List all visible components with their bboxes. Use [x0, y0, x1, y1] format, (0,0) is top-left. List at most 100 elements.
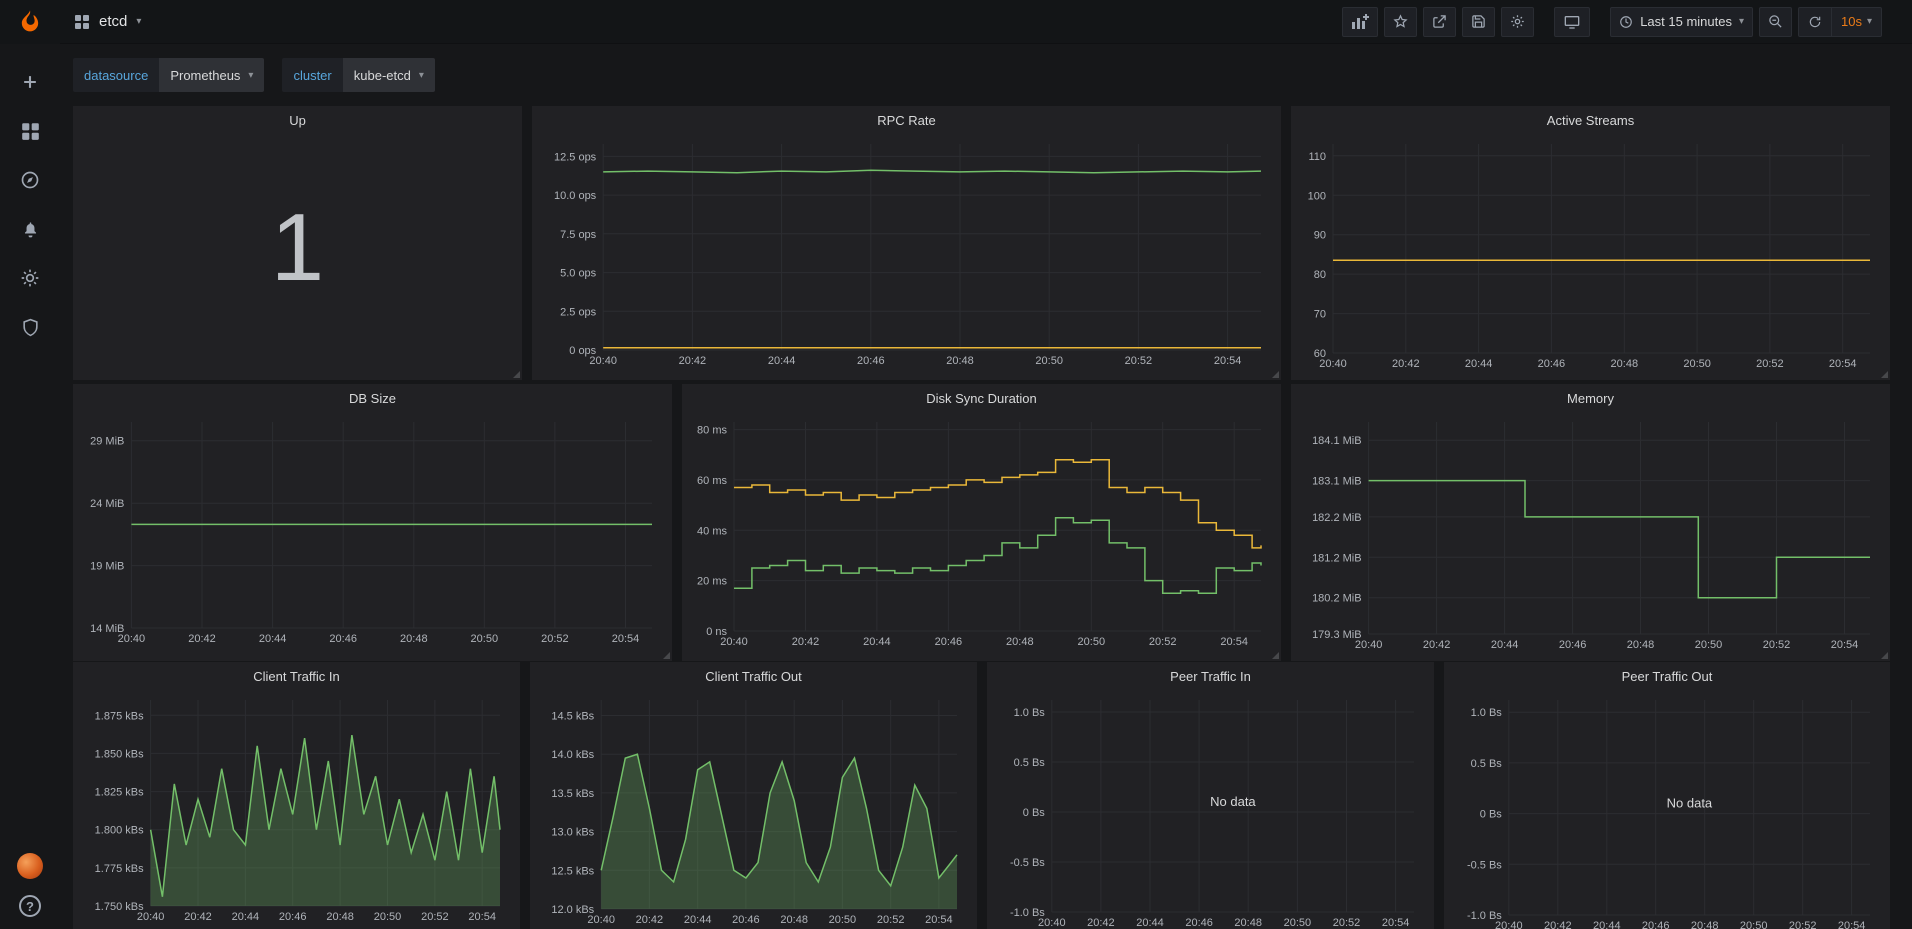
panel-title[interactable]: Memory	[1291, 384, 1890, 412]
share-button[interactable]	[1423, 7, 1456, 37]
svg-text:60: 60	[1314, 348, 1326, 360]
svg-text:7.5 ops: 7.5 ops	[560, 229, 597, 241]
navbar-right: Last 15 minutes ▾ 10s ▾	[1336, 7, 1882, 37]
refresh-button[interactable]	[1799, 8, 1831, 36]
svg-text:20:42: 20:42	[636, 914, 664, 926]
panel-up: Up 1	[73, 106, 522, 380]
db-size-chart[interactable]: 20:4020:4220:4420:4620:4820:5020:5220:54…	[81, 414, 664, 657]
panel-row-3: Client Traffic In 20:4020:4220:4420:4620…	[73, 662, 1890, 929]
panel-client-traffic-out: Client Traffic Out 20:4020:4220:4420:462…	[530, 662, 977, 929]
main-area: etcd ▾	[60, 0, 1912, 929]
peer-traffic-out-chart[interactable]: 20:4020:4220:4420:4620:4820:5020:5220:54…	[1452, 692, 1882, 929]
active-streams-chart[interactable]: 20:4020:4220:4420:4620:4820:5020:5220:54…	[1299, 136, 1882, 376]
panel-row-1: Up 1 RPC Rate 20:4020:4220:4420:4620:482…	[73, 106, 1890, 374]
panel-peer-traffic-out: Peer Traffic Out 20:4020:4220:4420:4620:…	[1444, 662, 1890, 929]
svg-text:20:44: 20:44	[863, 636, 891, 648]
zoom-out-button[interactable]	[1759, 7, 1792, 37]
chevron-down-icon: ▾	[248, 70, 253, 81]
save-button[interactable]	[1462, 7, 1495, 37]
dashboard-title[interactable]: etcd	[99, 13, 127, 30]
svg-text:20:46: 20:46	[857, 355, 885, 367]
svg-text:20:46: 20:46	[1642, 920, 1670, 929]
disk-sync-duration-chart[interactable]: 20:4020:4220:4420:4620:4820:5020:5220:54…	[690, 414, 1273, 657]
panel-title[interactable]: Active Streams	[1291, 106, 1890, 134]
svg-text:20:50: 20:50	[1284, 917, 1312, 929]
svg-text:20:54: 20:54	[1382, 917, 1410, 929]
svg-text:20:54: 20:54	[1831, 639, 1859, 651]
svg-text:1.750 kBs: 1.750 kBs	[95, 901, 144, 913]
svg-text:20:48: 20:48	[1691, 920, 1719, 929]
svg-text:No data: No data	[1667, 796, 1713, 811]
create-icon[interactable]	[18, 70, 42, 94]
panel-row-2: DB Size 20:4020:4220:4420:4620:4820:5020…	[73, 384, 1890, 652]
dashboard-grid: Up 1 RPC Rate 20:4020:4220:4420:4620:482…	[60, 106, 1912, 929]
client-traffic-in-chart[interactable]: 20:4020:4220:4420:4620:4820:5020:5220:54…	[81, 692, 512, 929]
svg-text:80 ms: 80 ms	[697, 425, 727, 437]
panel-client-traffic-in: Client Traffic In 20:4020:4220:4420:4620…	[73, 662, 520, 929]
svg-text:60 ms: 60 ms	[697, 475, 727, 487]
grafana-logo[interactable]	[0, 0, 60, 44]
chevron-down-icon: ▾	[1739, 16, 1744, 27]
chevron-down-icon: ▾	[136, 16, 141, 27]
svg-text:80: 80	[1314, 269, 1326, 281]
panel-resize-handle[interactable]	[1272, 371, 1279, 378]
refresh-interval-picker[interactable]: 10s ▾	[1831, 8, 1881, 36]
panel-resize-handle[interactable]	[1881, 371, 1888, 378]
svg-text:0 ops: 0 ops	[569, 345, 596, 357]
panel-resize-handle[interactable]	[1881, 652, 1888, 659]
panel-memory: Memory 20:4020:4220:4420:4620:4820:5020:…	[1291, 384, 1890, 661]
svg-text:20:52: 20:52	[1333, 917, 1361, 929]
configuration-gear-icon[interactable]	[18, 266, 42, 290]
svg-text:0.5 Bs: 0.5 Bs	[1471, 758, 1503, 770]
panel-title[interactable]: Peer Traffic Out	[1444, 662, 1890, 690]
svg-text:1.825 kBs: 1.825 kBs	[95, 787, 144, 799]
server-admin-shield-icon[interactable]	[18, 315, 42, 339]
explore-icon[interactable]	[18, 168, 42, 192]
rpc-rate-chart[interactable]: 20:4020:4220:4420:4620:4820:5020:5220:54…	[540, 136, 1273, 376]
variable-select-datasource[interactable]: Prometheus ▾	[159, 58, 264, 92]
svg-text:19 MiB: 19 MiB	[90, 561, 124, 573]
svg-text:20:48: 20:48	[1627, 639, 1655, 651]
panel-resize-handle[interactable]	[1272, 652, 1279, 659]
chevron-down-icon: ▾	[1867, 16, 1872, 27]
add-panel-button[interactable]	[1342, 7, 1378, 37]
star-button[interactable]	[1384, 7, 1417, 37]
template-variables-row: datasource Prometheus ▾ cluster kube-etc…	[60, 44, 1912, 106]
panel-resize-handle[interactable]	[513, 371, 520, 378]
star-icon	[1393, 14, 1408, 29]
variable-select-cluster[interactable]: kube-etcd ▾	[343, 58, 435, 92]
panel-title[interactable]: Up	[73, 106, 522, 134]
memory-chart[interactable]: 20:4020:4220:4420:4620:4820:5020:5220:54…	[1299, 414, 1882, 657]
svg-text:20:48: 20:48	[780, 914, 808, 926]
user-avatar[interactable]	[17, 853, 43, 879]
dashboard-settings-button[interactable]	[1501, 7, 1534, 37]
svg-text:184.1 MiB: 184.1 MiB	[1312, 435, 1362, 447]
client-traffic-out-chart[interactable]: 20:4020:4220:4420:4620:4820:5020:5220:54…	[538, 692, 969, 929]
cycle-view-button[interactable]	[1554, 7, 1590, 37]
panel-resize-handle[interactable]	[663, 652, 670, 659]
svg-text:-0.5 Bs: -0.5 Bs	[1010, 857, 1045, 869]
svg-text:20:42: 20:42	[1544, 920, 1572, 929]
svg-text:20:54: 20:54	[468, 911, 496, 923]
dashboards-icon[interactable]	[18, 119, 42, 143]
panel-title[interactable]: Client Traffic Out	[530, 662, 977, 690]
panel-title[interactable]: RPC Rate	[532, 106, 1281, 134]
svg-text:12.0 kBs: 12.0 kBs	[551, 904, 594, 916]
dashboard-grid-icon[interactable]	[74, 14, 90, 30]
alerting-bell-icon[interactable]	[18, 217, 42, 241]
gear-icon	[1510, 14, 1525, 29]
time-range-picker[interactable]: Last 15 minutes ▾	[1610, 7, 1753, 37]
panel-title[interactable]: Disk Sync Duration	[682, 384, 1281, 412]
panel-title[interactable]: DB Size	[73, 384, 672, 412]
panel-title[interactable]: Peer Traffic In	[987, 662, 1434, 690]
help-icon[interactable]: ?	[19, 895, 41, 917]
variable-label-datasource: datasource	[73, 58, 159, 92]
svg-text:20:42: 20:42	[792, 636, 820, 648]
panel-title[interactable]: Client Traffic In	[73, 662, 520, 690]
peer-traffic-in-chart[interactable]: 20:4020:4220:4420:4620:4820:5020:5220:54…	[995, 692, 1426, 929]
variable-value-cluster: kube-etcd	[354, 68, 411, 83]
svg-text:100: 100	[1308, 190, 1326, 202]
chevron-down-icon: ▾	[419, 70, 424, 81]
svg-text:24 MiB: 24 MiB	[90, 498, 124, 510]
svg-text:20:54: 20:54	[1220, 636, 1248, 648]
